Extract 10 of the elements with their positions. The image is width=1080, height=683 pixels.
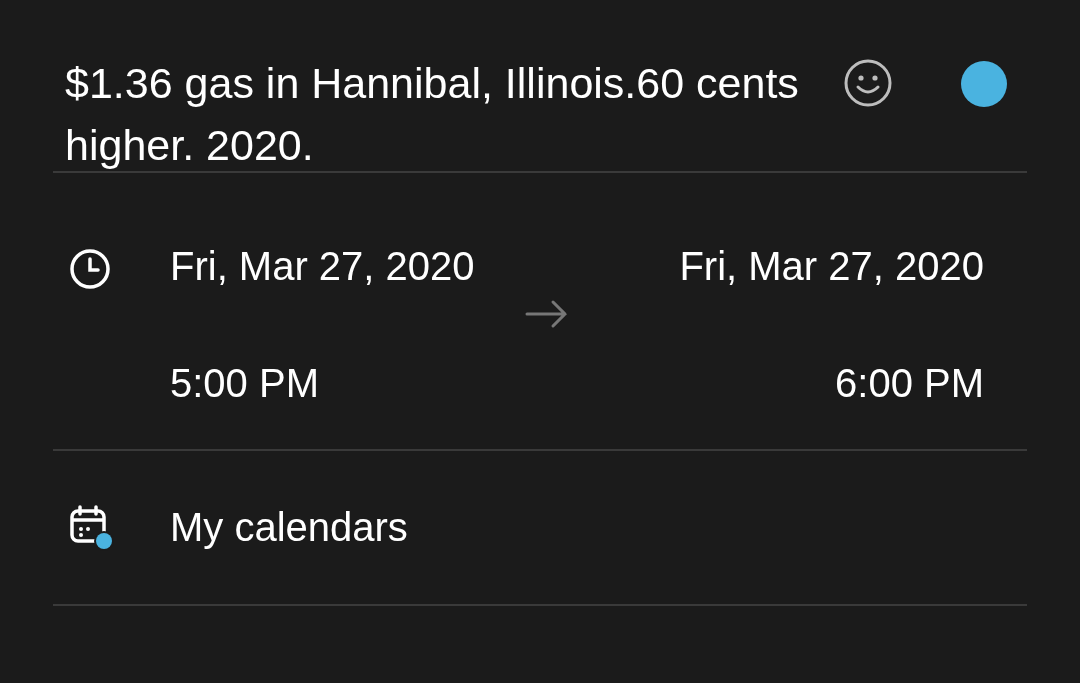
color-dot[interactable]: [961, 61, 1007, 107]
start-time[interactable]: 5:00 PM: [170, 352, 475, 414]
start-date[interactable]: Fri, Mar 27, 2020: [170, 235, 475, 297]
event-title: $1.36 gas in Hannibal, Illinois.60 cents higher. 2020.: [65, 58, 800, 171]
smiley-icon[interactable]: [843, 58, 893, 108]
end-date[interactable]: Fri, Mar 27, 2020: [679, 235, 984, 297]
calendar-label[interactable]: My calendars: [170, 505, 408, 550]
end-time[interactable]: 6:00 PM: [835, 352, 984, 414]
clock-icon: [69, 248, 111, 290]
arrow-icon: [524, 299, 569, 329]
